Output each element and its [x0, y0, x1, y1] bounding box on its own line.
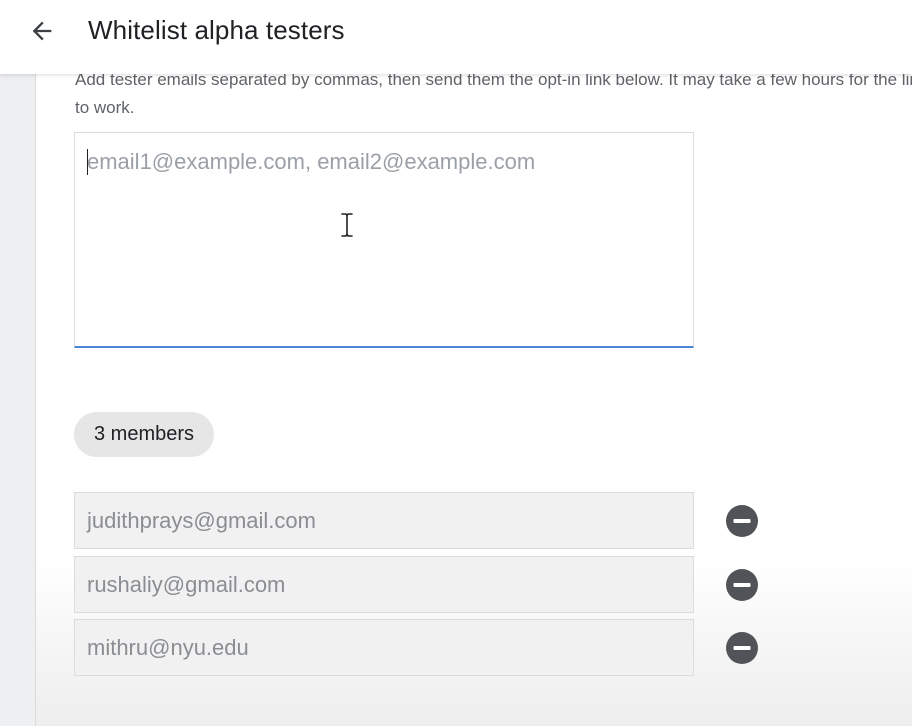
member-email-field: judithprays@gmail.com	[74, 492, 694, 549]
remove-circle-icon	[726, 569, 758, 601]
remove-circle-icon	[726, 505, 758, 537]
left-rail	[0, 0, 36, 726]
tester-emails-input[interactable]	[75, 133, 693, 346]
member-count-chip: 3 members	[74, 412, 215, 457]
tester-emails-box	[74, 132, 694, 348]
remove-circle-icon	[726, 632, 758, 664]
remove-member-button[interactable]	[725, 568, 759, 602]
member-email-field: mithru@nyu.edu	[74, 619, 694, 676]
member-row: judithprays@gmail.com	[74, 492, 774, 549]
back-button[interactable]	[24, 13, 60, 49]
member-email-field: rushaliy@gmail.com	[74, 556, 694, 613]
member-row: mithru@nyu.edu	[74, 619, 774, 676]
member-row: rushaliy@gmail.com	[74, 556, 774, 613]
text-caret	[87, 149, 88, 175]
page-title: Whitelist alpha testers	[88, 15, 345, 45]
ibeam-cursor-icon	[339, 211, 355, 244]
arrow-back-icon	[32, 21, 52, 41]
instructions-text: Add tester emails separated by commas, t…	[75, 70, 912, 117]
remove-member-button[interactable]	[725, 631, 759, 665]
page-header: Whitelist alpha testers	[0, 0, 912, 74]
remove-member-button[interactable]	[725, 504, 759, 538]
